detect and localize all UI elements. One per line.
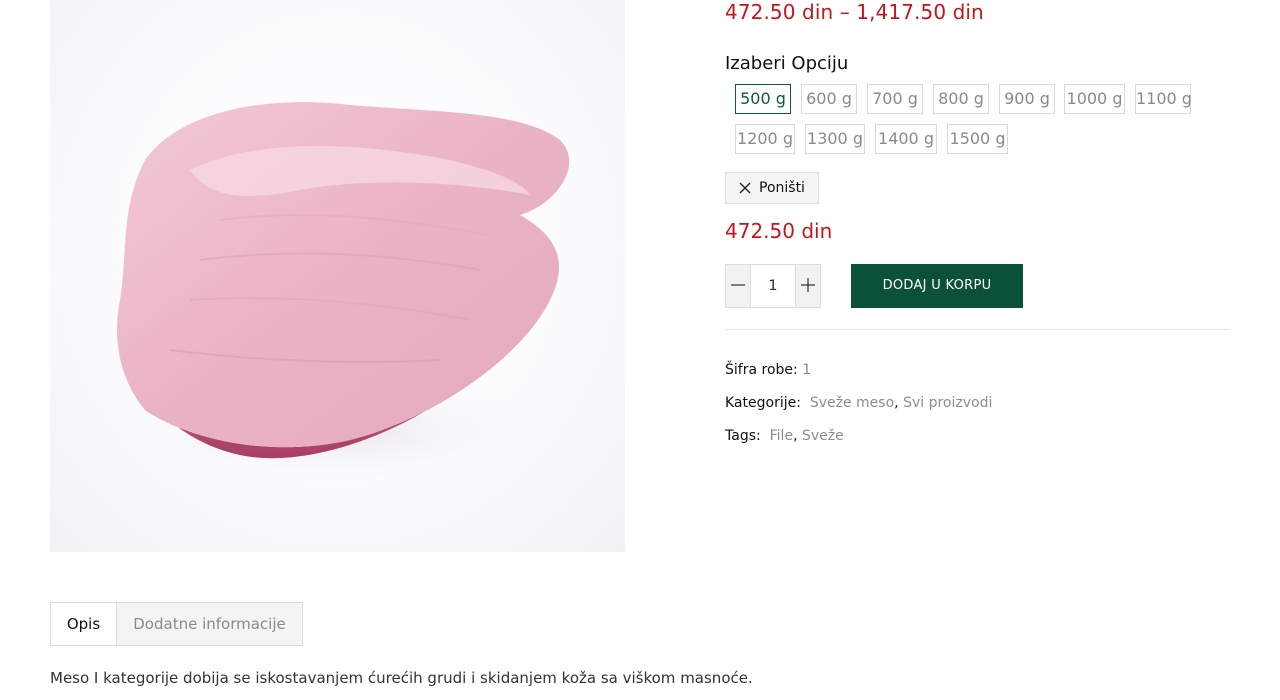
categories-label: Kategorije:	[725, 395, 801, 411]
minus-icon	[731, 284, 745, 286]
option-1200g[interactable]: 1200 g	[735, 124, 795, 154]
tab-additional-information[interactable]: Dodatne informacije	[116, 602, 303, 646]
close-icon	[739, 182, 751, 194]
sku-row: Šifra robe: 1	[725, 362, 811, 378]
product-page: 472.50 din – 1,417.50 din Izaberi Opciju…	[0, 0, 1280, 700]
option-1300g[interactable]: 1300 g	[805, 124, 865, 154]
product-image[interactable]	[50, 0, 625, 552]
product-description: Meso I kategorije dobija se iskostavanje…	[50, 669, 753, 687]
price-range: 472.50 din – 1,417.50 din	[725, 0, 984, 24]
plus-icon	[801, 278, 815, 292]
tab-description[interactable]: Opis	[50, 602, 117, 646]
product-tabs: Opis Dodatne informacije	[50, 602, 303, 646]
quantity-decrease-button[interactable]	[726, 265, 751, 307]
quantity-input[interactable]	[751, 265, 795, 307]
option-600g[interactable]: 600 g	[801, 84, 857, 114]
options-label: Izaberi Opciju	[725, 53, 849, 74]
option-1400g[interactable]: 1400 g	[875, 124, 937, 154]
option-500g[interactable]: 500 g	[735, 84, 791, 114]
option-1500g[interactable]: 1500 g	[947, 124, 1008, 154]
tag-link[interactable]: File	[770, 428, 793, 444]
tags-label: Tags:	[725, 428, 761, 444]
divider	[725, 329, 1230, 330]
turkey-breast-image	[90, 102, 570, 490]
reset-label: Poništi	[759, 180, 805, 196]
reset-button[interactable]: Poništi	[725, 172, 819, 204]
option-700g[interactable]: 700 g	[867, 84, 923, 114]
tag-link[interactable]: Sveže	[802, 428, 844, 444]
categories-row: Kategorije: Sveže meso, Svi proizvodi	[725, 395, 993, 411]
current-price: 472.50 din	[725, 219, 833, 243]
add-to-cart-button[interactable]: DODAJ U KORPU	[851, 264, 1023, 308]
category-link[interactable]: Sveže meso	[810, 395, 894, 411]
option-800g[interactable]: 800 g	[933, 84, 989, 114]
quantity-increase-button[interactable]	[795, 265, 820, 307]
option-900g[interactable]: 900 g	[999, 84, 1055, 114]
category-link[interactable]: Svi proizvodi	[903, 395, 992, 411]
option-1000g[interactable]: 1000 g	[1064, 84, 1125, 114]
tags-row: Tags: File, Sveže	[725, 428, 844, 444]
sku-label: Šifra robe:	[725, 362, 798, 378]
sku-value: 1	[802, 362, 812, 378]
option-1100g[interactable]: 1100 g	[1135, 84, 1192, 114]
quantity-stepper	[725, 264, 821, 308]
